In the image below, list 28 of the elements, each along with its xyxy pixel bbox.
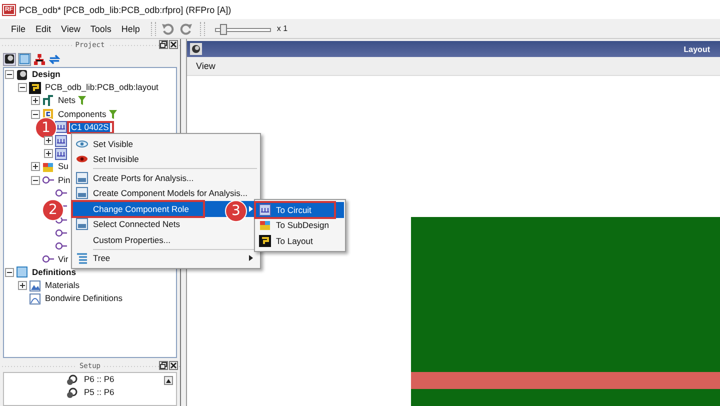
tree-node[interactable]: Su xyxy=(57,161,70,172)
menu-item[interactable]: Edit xyxy=(30,22,56,36)
menu-item[interactable]: To Layout xyxy=(256,233,344,248)
tree-node[interactable]: Bondwire Definitions xyxy=(44,293,124,304)
tree-node[interactable]: Nets xyxy=(57,95,76,106)
tree-node[interactable]: P6 :: P6 xyxy=(83,374,116,386)
window-title: PCB_odb* [PCB_odb_lib:PCB_odb:rfpro] (RFPro [A]) xyxy=(19,4,232,14)
menu-item[interactable]: Help xyxy=(116,22,145,36)
menu-item[interactable]: Set Visible xyxy=(73,136,259,152)
menu-item[interactable]: Create Ports for Analysis... xyxy=(73,170,259,186)
menu-item[interactable]: Tools xyxy=(85,22,116,36)
menu-item[interactable]: View xyxy=(56,22,86,36)
tree-node[interactable]: Design xyxy=(31,69,62,80)
menu-item[interactable]: Create Component Models for Analysis... xyxy=(73,186,259,201)
zoom-label: x 1 xyxy=(276,24,288,33)
tree-node[interactable]: PCB_odb_lib:PCB_odb:layout xyxy=(44,82,160,94)
menu-item[interactable]: File xyxy=(6,22,31,36)
menu-item[interactable]: Tree xyxy=(73,250,259,266)
tree-node[interactable]: Materials xyxy=(44,280,80,292)
menu-item[interactable]: View xyxy=(191,59,220,73)
menu-item[interactable]: To SubDesign xyxy=(256,218,344,233)
tree-node[interactable]: Components xyxy=(57,108,108,120)
panel-title: Layout xyxy=(684,44,710,54)
tree-node[interactable]: Vir xyxy=(57,254,70,265)
tree-node[interactable]: P5 :: P6 xyxy=(83,387,116,398)
tree-node[interactable]: Definitions xyxy=(31,266,77,278)
tree-node[interactable]: Pin xyxy=(57,174,72,186)
menu-item[interactable]: Set Invisible xyxy=(73,152,259,167)
